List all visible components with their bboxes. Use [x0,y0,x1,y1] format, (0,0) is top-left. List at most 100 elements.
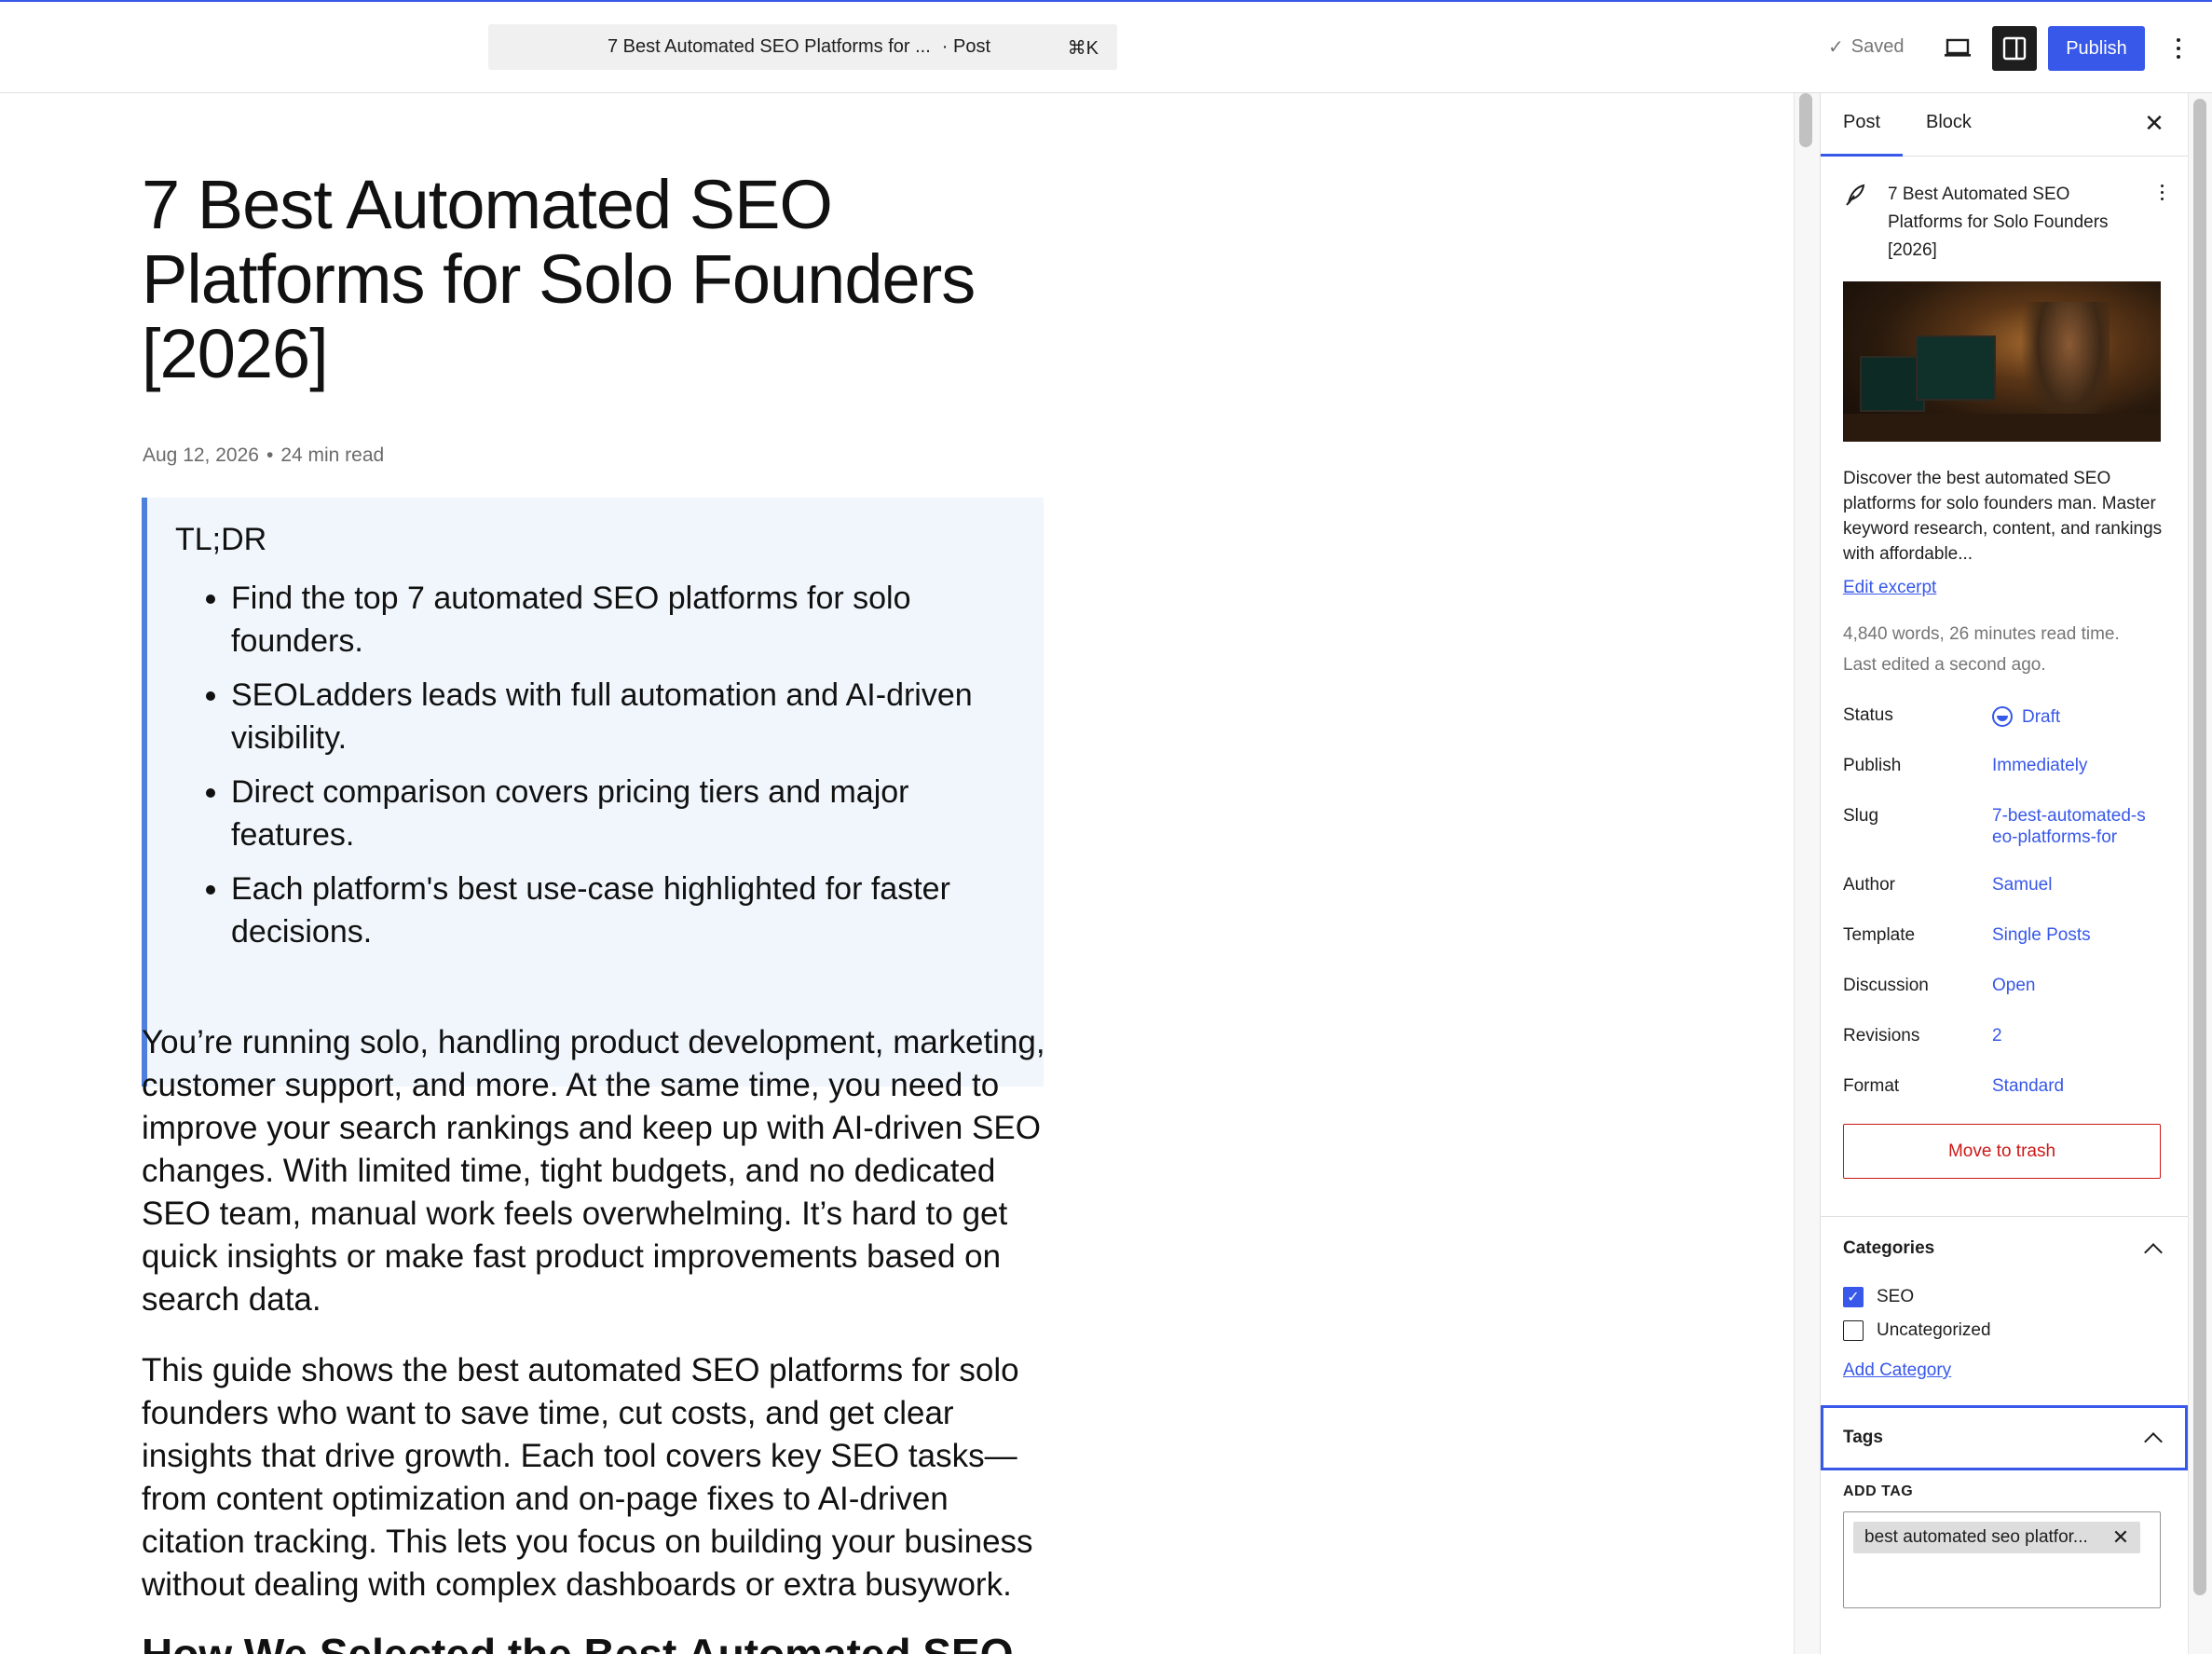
revisions-row: Revisions 2 [1843,1023,2165,1049]
row-label: Publish [1843,756,1902,775]
saved-indicator: ✓ Saved [1828,35,1904,59]
row-label: Revisions [1843,1026,1920,1046]
post-card-header: 7 Best Automated SEO Platforms for Solo … [1843,181,2165,265]
editor-canvas[interactable]: 7 Best Automated SEO Platforms for Solo … [0,93,1794,1654]
post-card-title: 7 Best Automated SEO Platforms for Solo … [1888,185,2109,260]
close-icon[interactable]: ✕ [2139,108,2169,138]
tldr-item: Each platform's best use-case highlighte… [231,868,1016,953]
tldr-item: Direct comparison covers pricing tiers a… [231,771,1016,856]
post-summary-card: 7 Best Automated SEO Platforms for Solo … [1821,157,2188,680]
saved-label: Saved [1850,36,1905,57]
draft-status-icon [1992,706,2013,727]
template-value-button[interactable]: Single Posts [1992,923,2151,949]
post-excerpt: Discover the best automated SEO platform… [1843,469,2163,564]
post-meta: Aug 12, 2026 • 24 min read [143,444,384,467]
categories-panel: Categories ✓ SEO Uncategorized Add Categ… [1821,1216,2188,1381]
tldr-list: Find the top 7 automated SEO platforms f… [175,577,1016,953]
publish-button[interactable]: Publish [2048,26,2145,71]
post-date: Aug 12, 2026 [143,444,259,466]
format-value-button[interactable]: Standard [1992,1073,2151,1100]
card-more-icon[interactable] [2161,185,2164,200]
sidebar-scrollbar-thumb[interactable] [2193,99,2206,1595]
image-desk-shape [1843,414,2161,442]
category-item-uncategorized[interactable]: Uncategorized [1821,1314,2188,1347]
tag-chip: best automated seo platfor... ✕ [1853,1522,2141,1553]
publish-row: Publish Immediately [1843,753,2165,779]
move-to-trash-button[interactable]: Move to trash [1843,1124,2161,1179]
post-stats: 4,840 words, 26 minutes read time. Last … [1843,619,2165,680]
chevron-up-icon [2144,1432,2163,1451]
row-label: Format [1843,1076,1900,1096]
paragraph-block[interactable]: This guide shows the best automated SEO … [142,1349,1045,1606]
template-row: Template Single Posts [1843,923,2165,949]
check-icon: ✓ [1828,37,1844,58]
sidebar-scrollbar[interactable] [2188,93,2212,1654]
tab-block[interactable]: Block [1926,112,1972,133]
document-title: 7 Best Automated SEO Platforms for ... [607,36,931,57]
tldr-block[interactable]: TL;DR Find the top 7 automated SEO platf… [142,498,1044,1087]
featured-image[interactable] [1843,281,2161,442]
publish-value-button[interactable]: Immediately [1992,753,2151,779]
remove-tag-icon[interactable]: ✕ [2112,1525,2129,1550]
slug-value-button[interactable]: 7-best-automated-seo-platforms-for [1992,803,2151,848]
row-label: Template [1843,925,1916,945]
row-label: Status [1843,705,1893,725]
status-row: Status Draft [1843,703,2165,729]
categories-title: Categories [1843,1238,1935,1258]
tldr-item: SEOLadders leads with full automation an… [231,674,1016,759]
status-value-button[interactable]: Draft [1992,703,2151,729]
slug-row: Slug 7-best-automated-seo-platforms-for [1843,803,2165,848]
tldr-heading: TL;DR [175,522,267,557]
word-count: 4,840 words, 26 minutes read time. [1843,624,2120,644]
add-tag-label: ADD TAG [1843,1483,1914,1499]
tags-panel: Tags ADD TAG best automated seo platfor.… [1821,1405,2188,1608]
checkbox-unchecked[interactable] [1843,1320,1864,1341]
canvas-scrollbar-thumb[interactable] [1799,93,1812,147]
canvas-scrollbar[interactable] [1794,93,1820,1654]
chevron-up-icon [2144,1243,2163,1262]
categories-panel-toggle[interactable]: Categories [1821,1217,2188,1280]
category-label: Uncategorized [1877,1320,1991,1340]
meta-bullet: • [266,444,274,466]
tldr-item: Find the top 7 automated SEO platforms f… [231,577,1016,663]
revisions-value-button[interactable]: 2 [1992,1023,2151,1049]
last-edited: Last edited a second ago. [1843,655,2046,675]
author-value-button[interactable]: Samuel [1992,872,2151,898]
post-pen-icon [1846,184,1865,206]
checkbox-checked[interactable]: ✓ [1843,1287,1864,1307]
post-read-time: 24 min read [280,444,385,466]
editor-top-bar: 7 Best Automated SEO Platforms for ... ·… [0,0,2212,93]
paragraph-block[interactable]: You’re running solo, handling product de… [142,1021,1045,1321]
status-value: Draft [2022,706,2061,727]
document-type: · Post [941,36,991,57]
category-label: SEO [1877,1287,1915,1306]
document-command-bar[interactable]: 7 Best Automated SEO Platforms for ... ·… [488,24,1117,70]
post-title[interactable]: 7 Best Automated SEO Platforms for Solo … [142,168,1055,391]
tag-input-field[interactable]: best automated seo platfor... ✕ [1843,1511,2161,1608]
sidebar-icon [2002,36,2027,61]
discussion-row: Discussion Open [1843,973,2165,999]
row-label: Author [1843,875,1895,895]
settings-sidebar: Post Block ✕ 7 Best Automated SEO Platfo… [1820,93,2188,1654]
sidebar-tabs: Post Block ✕ [1821,93,2188,157]
edit-excerpt-link[interactable]: Edit excerpt [1843,578,2165,598]
post-settings-rows: Status Draft Publish Immediately Slug 7-… [1821,703,2188,1100]
command-shortcut: ⌘K [1067,38,1099,59]
settings-toggle-button[interactable] [1992,26,2037,71]
tags-panel-toggle[interactable]: Tags [1821,1405,2188,1470]
format-row: Format Standard [1843,1073,2165,1100]
view-preview-button[interactable] [1935,26,1980,71]
category-item-seo[interactable]: ✓ SEO [1821,1280,2188,1314]
section-heading[interactable]: How We Selected the Best Automated SEO [142,1629,1014,1654]
laptop-icon [1945,38,1971,57]
author-row: Author Samuel [1843,872,2165,898]
options-more-icon[interactable] [2162,30,2195,67]
tags-title: Tags [1843,1428,1883,1447]
discussion-value-button[interactable]: Open [1992,973,2151,999]
image-monitor-shape [1916,335,1996,401]
tab-post[interactable]: Post [1843,112,1880,133]
add-category-link[interactable]: Add Category [1821,1360,2188,1381]
row-label: Discussion [1843,976,1929,995]
row-label: Slug [1843,806,1879,826]
tag-chip-label: best automated seo platfor... [1864,1527,2088,1547]
